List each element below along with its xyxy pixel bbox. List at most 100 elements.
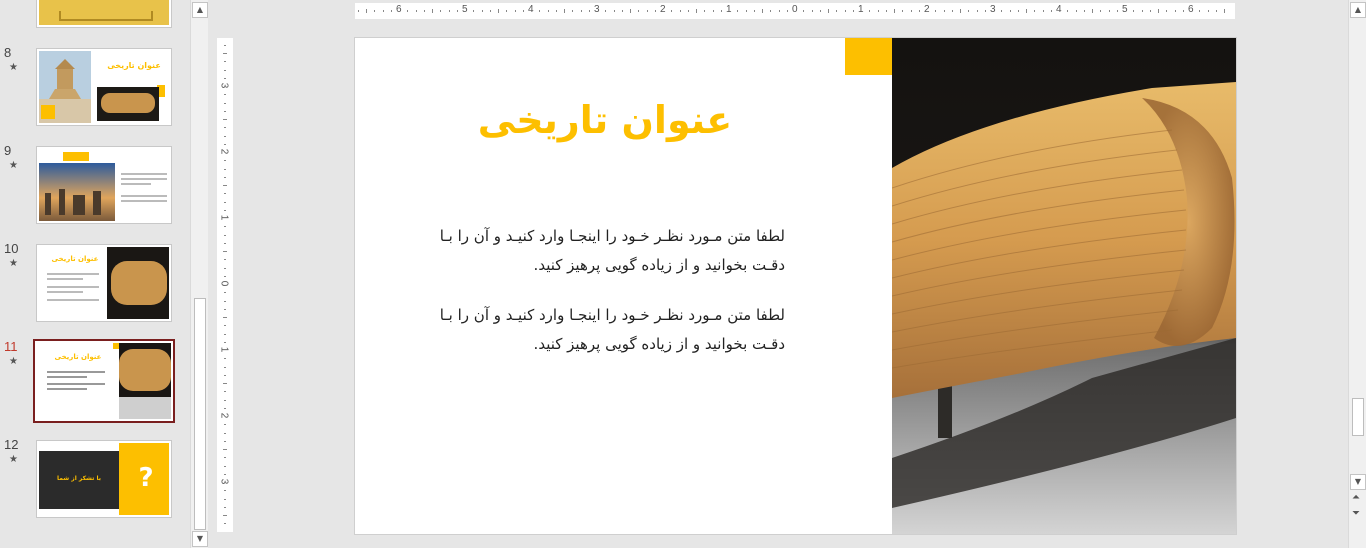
ruler-tick <box>390 10 392 12</box>
thumbnail-scrollbar[interactable]: ▲ ▼ <box>190 0 208 548</box>
ruler-label: 3 <box>594 4 600 15</box>
chevron-up-icon[interactable]: ▲ <box>192 2 208 18</box>
thumb-8-accent <box>41 105 55 119</box>
ruler-tick <box>869 10 871 12</box>
ruler-tick <box>1042 10 1044 12</box>
ruler-label: 5 <box>462 4 468 15</box>
ruler-tick <box>720 10 722 12</box>
ruler-tick <box>712 10 714 12</box>
ruler-tick <box>671 10 673 12</box>
vertical-ruler: 3 2 1 0 1 2 3 <box>217 38 233 532</box>
ruler-tick <box>224 110 226 112</box>
double-chevron-down-icon[interactable]: ⏷ <box>1352 508 1360 519</box>
ruler-label: 0 <box>218 280 230 287</box>
chevron-down-icon[interactable]: ▼ <box>1350 474 1366 490</box>
ruler-tick <box>223 449 227 450</box>
ruler-tick <box>224 275 226 277</box>
slide-thumbnail-10[interactable]: عنوان تاریخی <box>36 244 172 322</box>
thumb-12-dark-box: با تشکر از شما <box>39 451 119 509</box>
ruler-label: 3 <box>218 82 230 89</box>
ruler-tick <box>223 251 227 252</box>
ruler-tick <box>374 10 376 12</box>
ruler-tick <box>223 185 227 186</box>
animation-star-icon: ★ <box>9 356 18 367</box>
slide-editing-area: 6 5 4 3 2 1 0 1 2 3 4 5 6 3 2 1 0 1 2 3 عنوان تاریخی لطفا … <box>208 0 1348 548</box>
body-text-1[interactable]: لطفا متن مـورد نظـر خـود را اینجـا وارد … <box>405 222 785 280</box>
ruler-tick <box>547 10 549 12</box>
cylinder-photo <box>107 247 169 319</box>
ruler-tick <box>224 44 226 46</box>
ruler-tick <box>943 10 945 12</box>
ruler-tick <box>224 424 226 426</box>
ruler-tick <box>224 77 226 79</box>
ruler-tick <box>1166 10 1168 12</box>
ruler-tick <box>1026 9 1027 13</box>
slide-number-10: 10 <box>4 241 19 256</box>
thumbnail-scroll-thumb[interactable] <box>194 298 206 530</box>
ruler-tick <box>745 10 747 12</box>
ruler-tick <box>224 473 226 475</box>
ruler-tick <box>811 10 813 12</box>
ruler-tick <box>473 10 475 12</box>
slide-thumbnail-12[interactable]: با تشکر از شما ? <box>36 440 172 518</box>
ruler-label: 1 <box>218 214 230 221</box>
slide-scrollbar[interactable]: ▲ ▼ ⏶ ⏷ <box>1348 0 1366 548</box>
ruler-tick <box>224 523 226 525</box>
ruler-tick <box>984 10 986 12</box>
ruler-tick <box>762 9 763 13</box>
ruler-tick <box>1034 10 1036 12</box>
ruler-tick <box>1116 10 1118 12</box>
slide-thumbnail-9[interactable] <box>36 146 172 224</box>
ruler-tick <box>786 10 788 12</box>
ruler-tick <box>489 10 491 12</box>
ruler-tick <box>224 399 226 401</box>
slide-scroll-thumb[interactable] <box>1352 398 1364 436</box>
ruler-tick <box>506 10 508 12</box>
ruler-tick <box>382 10 384 12</box>
cylinder-photo <box>97 87 159 121</box>
ruler-tick <box>1009 10 1011 12</box>
ruler-label: 6 <box>1188 4 1194 15</box>
slide-thumbnail-8[interactable]: عنوان تاریخی <box>36 48 172 126</box>
cyrus-cylinder-photo[interactable] <box>892 38 1236 534</box>
ruler-tick <box>456 10 458 12</box>
ruler-tick <box>968 10 970 12</box>
ruler-tick <box>224 490 226 492</box>
slide-title[interactable]: عنوان تاریخی <box>435 98 775 142</box>
ruler-tick <box>828 9 829 13</box>
ruler-tick <box>224 176 226 178</box>
ruler-tick <box>224 358 226 360</box>
ruler-tick <box>852 10 854 12</box>
thumb-12-thanks: با تشکر از شما <box>56 475 102 482</box>
ruler-tick <box>1149 10 1151 12</box>
body-text-2[interactable]: لطفا متن مـورد نظـر خـود را اینجـا وارد … <box>405 301 785 359</box>
ruler-label: 2 <box>924 4 930 15</box>
ruler-tick <box>440 10 442 12</box>
ruler-tick <box>224 234 226 236</box>
ruler-tick <box>224 135 226 137</box>
double-chevron-up-icon[interactable]: ⏶ <box>1352 492 1360 503</box>
ruler-tick <box>1133 10 1135 12</box>
ruler-tick <box>224 292 226 294</box>
ruler-tick <box>976 10 978 12</box>
chevron-up-icon[interactable]: ▲ <box>1350 2 1366 18</box>
ruler-tick <box>836 10 838 12</box>
thumb-12-yellow-panel: ? <box>119 443 169 515</box>
ruler-tick <box>224 498 226 500</box>
ruler-tick <box>737 10 739 12</box>
ruler-tick <box>224 333 226 335</box>
ruler-tick <box>224 308 226 310</box>
ruler-tick <box>407 10 409 12</box>
ruler-tick <box>687 10 689 12</box>
animation-star-icon: ★ <box>9 160 18 171</box>
ruler-tick <box>224 300 226 302</box>
slide-thumbnail-11[interactable]: عنوان تاریخی <box>33 339 175 423</box>
ruler-label: 1 <box>858 4 864 15</box>
slide-thumbnail-7[interactable] <box>36 0 172 28</box>
chevron-down-icon[interactable]: ▼ <box>192 531 208 547</box>
ruler-tick <box>877 10 879 12</box>
slide-canvas[interactable]: عنوان تاریخی لطفا متن مـورد نظـر خـود را… <box>354 37 1237 535</box>
ruler-label: 4 <box>528 4 534 15</box>
ruler-tick <box>770 10 772 12</box>
ruler-label: 6 <box>396 4 402 15</box>
